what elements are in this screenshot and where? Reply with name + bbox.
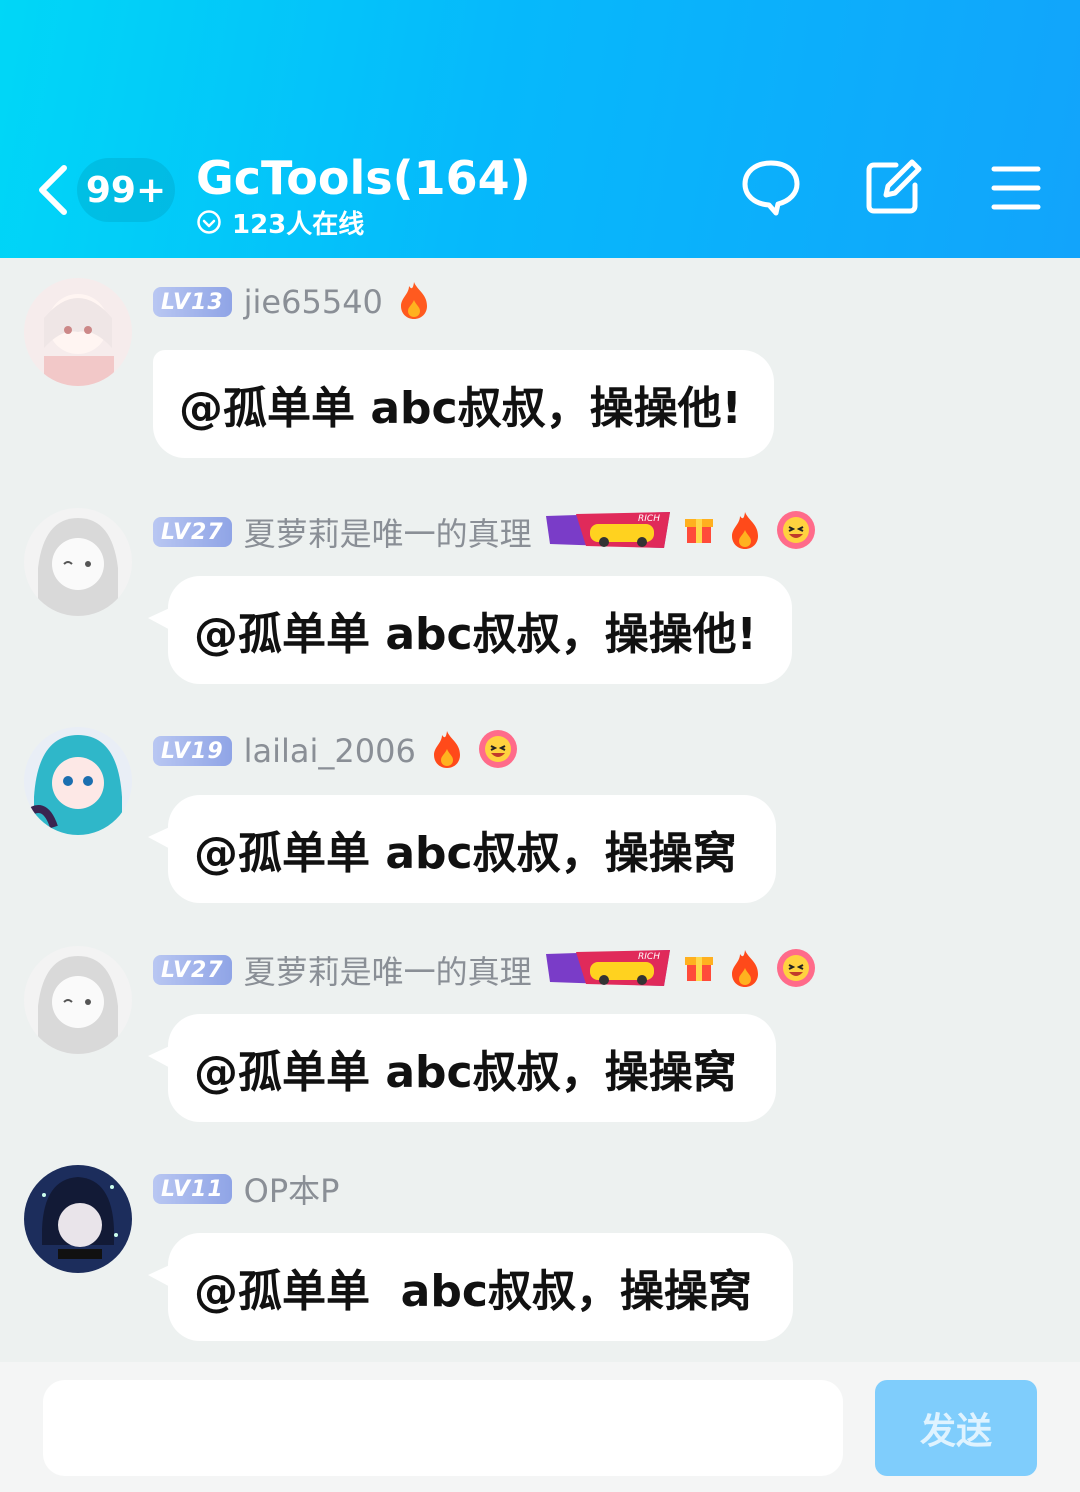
- rich-label: RICH: [638, 514, 660, 524]
- level-badge: LV27: [153, 955, 232, 985]
- level-badge: LV19: [153, 736, 232, 766]
- level-badge: LV13: [153, 287, 232, 317]
- nickname[interactable]: 夏萝莉是唯一的真理: [244, 947, 532, 993]
- nickname[interactable]: OP本P: [244, 1166, 340, 1212]
- message-meta: LV13 jie65540: [153, 280, 445, 324]
- avatar[interactable]: [24, 727, 132, 835]
- message-text: @孤单单 abc叔叔，操操他!: [179, 383, 742, 434]
- menu-icon: [991, 166, 1041, 210]
- fire-icon: [728, 510, 762, 554]
- nickname[interactable]: 夏萝莉是唯一的真理: [244, 509, 532, 555]
- laughing-flower-icon: [776, 510, 816, 554]
- message-meta: LV11 OP本P: [153, 1167, 353, 1211]
- message-input[interactable]: [43, 1380, 843, 1476]
- message-bubble[interactable]: @孤单单 abc叔叔，操操他!: [153, 350, 774, 458]
- input-bar: 发送: [0, 1362, 1080, 1492]
- avatar[interactable]: [24, 508, 132, 616]
- nickname[interactable]: lailai_2006: [244, 732, 416, 770]
- message-text: @孤单单 abc叔叔，操操窝: [194, 828, 737, 879]
- online-status: 123人在线: [196, 204, 364, 240]
- nickname[interactable]: jie65540: [244, 283, 383, 321]
- chevron-left-icon: [39, 165, 67, 215]
- fire-icon: [397, 280, 431, 324]
- edit-icon: [866, 159, 922, 214]
- gift-box-icon: [684, 513, 714, 551]
- avatar[interactable]: [24, 1165, 132, 1273]
- message-bubble[interactable]: @孤单单 abc叔叔，操操窝: [148, 795, 776, 903]
- rich-car-badge: RICH: [545, 510, 670, 554]
- message-bubble[interactable]: @孤单单 abc叔叔，操操他!: [148, 576, 792, 684]
- send-button[interactable]: 发送: [875, 1380, 1037, 1476]
- chat-bubble-icon: [742, 160, 800, 216]
- message-meta: LV19 lailai_2006: [153, 729, 532, 773]
- chat-button[interactable]: [740, 155, 802, 217]
- unread-count-badge[interactable]: 99+: [77, 158, 175, 222]
- chat-header: 99+ GcTools(164) 123人在线: [0, 0, 1080, 258]
- message-meta: LV27 夏萝莉是唯一的真理 RICH: [153, 948, 830, 992]
- avatar[interactable]: [24, 946, 132, 1054]
- message-bubble[interactable]: @孤单单 abc叔叔，操操窝: [148, 1233, 793, 1341]
- laughing-flower-icon: [776, 948, 816, 992]
- online-check-icon: [197, 210, 221, 234]
- group-title: GcTools(164): [196, 151, 531, 205]
- back-button[interactable]: [30, 158, 80, 222]
- avatar[interactable]: [24, 278, 132, 386]
- level-badge: LV27: [153, 517, 232, 547]
- level-badge: LV11: [153, 1174, 232, 1204]
- message-meta: LV27 夏萝莉是唯一的真理 RICH: [153, 510, 830, 554]
- laughing-flower-icon: [478, 729, 518, 773]
- gift-box-icon: [684, 951, 714, 989]
- rich-label: RICH: [638, 952, 660, 962]
- rich-car-badge: RICH: [545, 948, 670, 992]
- message-text: @孤单单 abc叔叔，操操他!: [194, 609, 757, 660]
- fire-icon: [430, 729, 464, 773]
- message-text: @孤单单 abc叔叔，操操窝: [194, 1266, 752, 1317]
- menu-button[interactable]: [986, 155, 1048, 217]
- message-bubble[interactable]: @孤单单 abc叔叔，操操窝: [148, 1014, 776, 1122]
- message-text: @孤单单 abc叔叔，操操窝: [194, 1047, 737, 1098]
- edit-button[interactable]: [862, 155, 924, 217]
- fire-icon: [728, 948, 762, 992]
- online-count: 123人在线: [232, 209, 365, 240]
